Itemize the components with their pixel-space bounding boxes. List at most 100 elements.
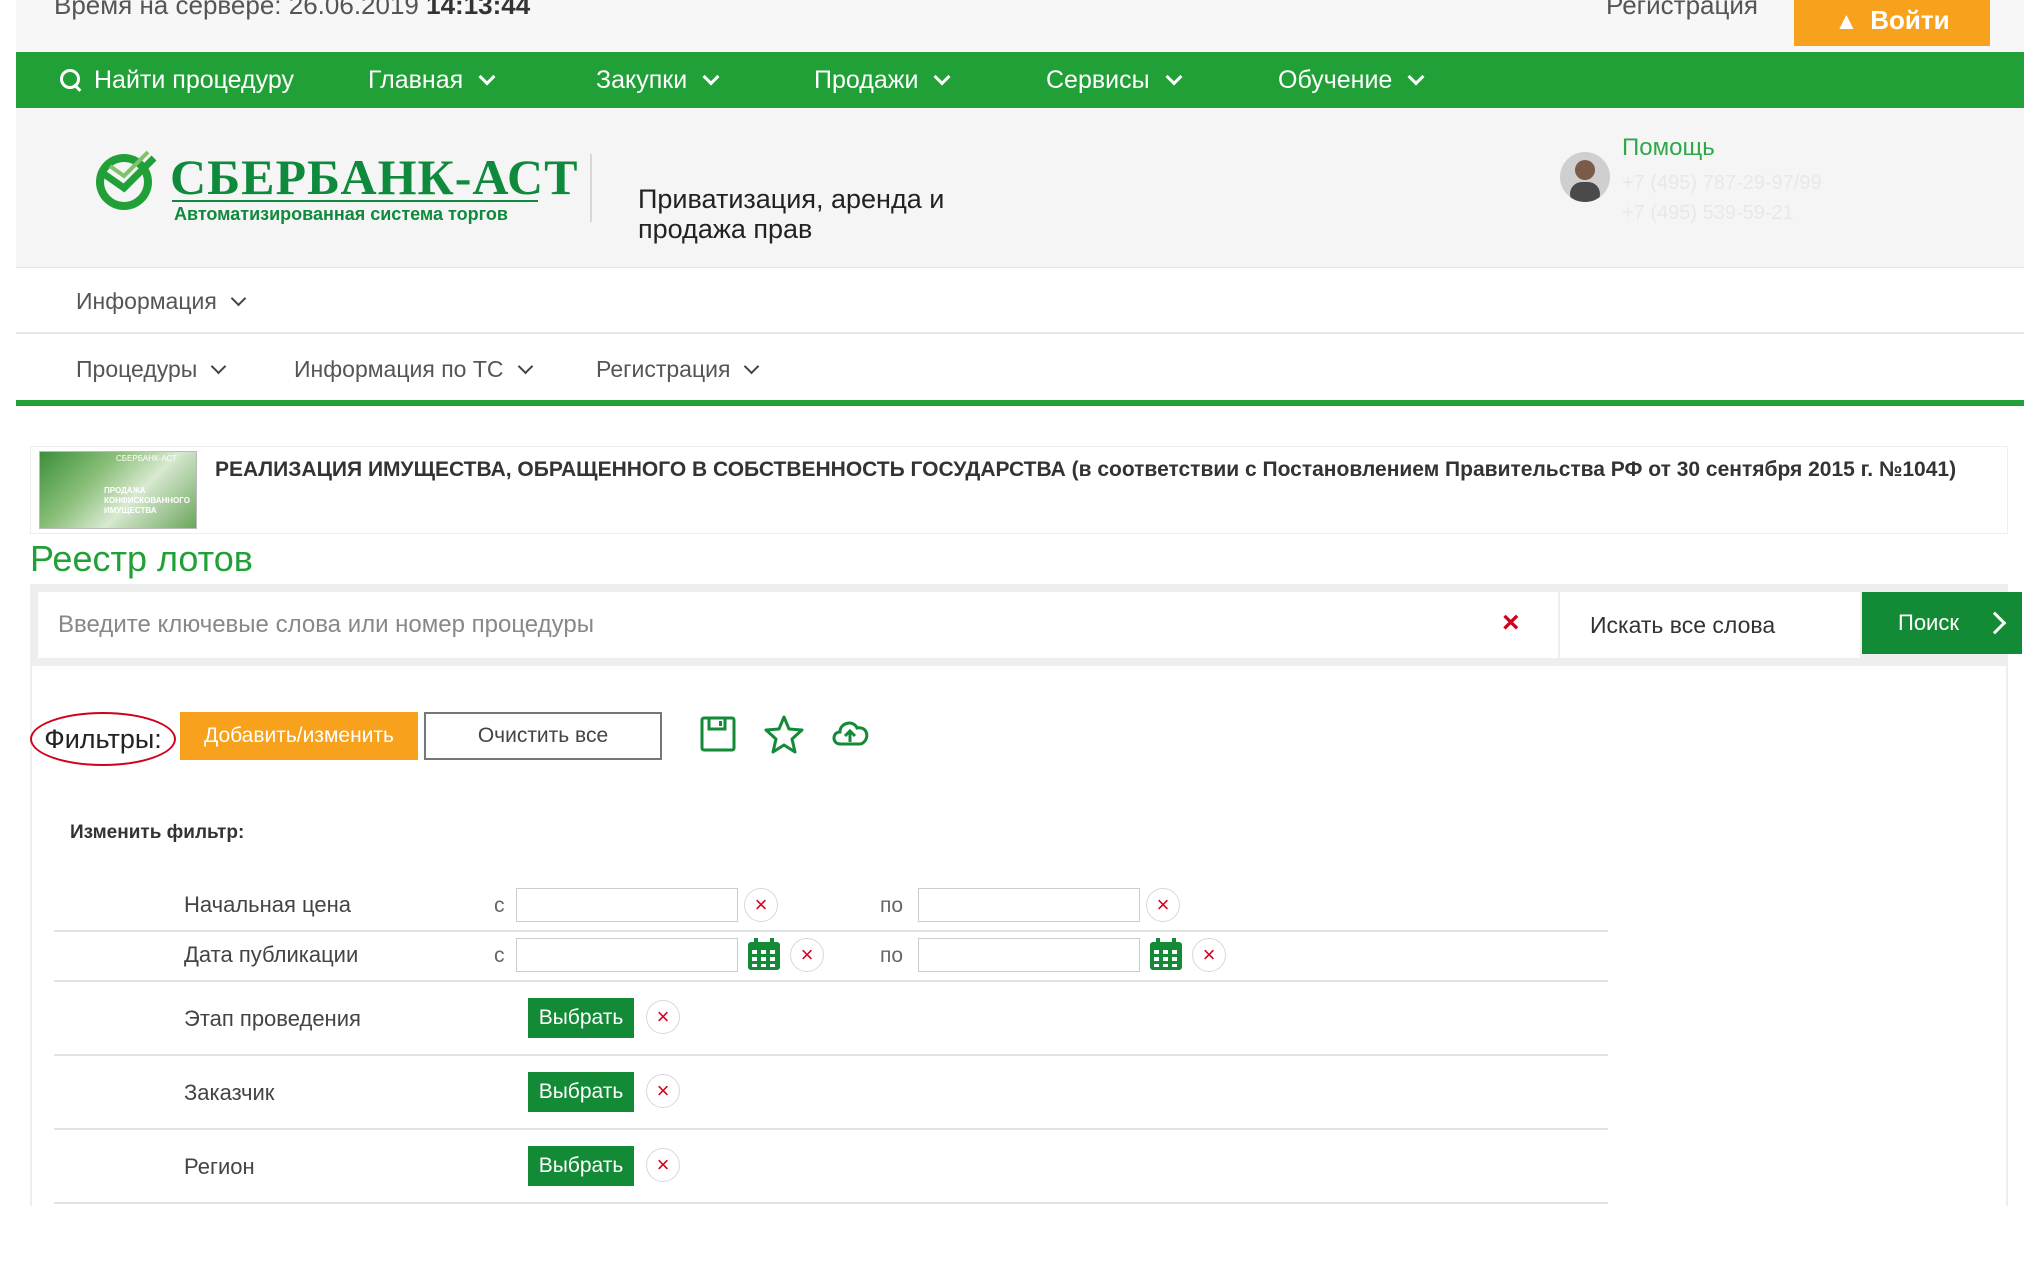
menu-item-label: Информация по ТС — [294, 355, 504, 382]
banner-image-caption-top: СБЕРБАНК-АСТ — [116, 454, 177, 463]
chevron-down-icon — [933, 68, 951, 86]
start-price-to-input[interactable] — [918, 888, 1140, 922]
phone-number: +7 (495) 787-29-97/99 — [1622, 172, 1822, 194]
filter-row-stage: Этап проведения Выбрать × — [54, 982, 1608, 1056]
nav-item-label: Найти процедуру — [94, 65, 294, 94]
cloud-upload-icon[interactable] — [828, 712, 872, 756]
procedures-menu: Процедуры Информация по ТС Регистрация — [16, 336, 2024, 406]
nav-find-procedure[interactable]: Найти процедуру — [60, 52, 294, 108]
clear-icon[interactable]: × — [1192, 938, 1226, 972]
header-divider — [590, 154, 592, 222]
menu-item-ts-info[interactable]: Информация по ТС — [294, 336, 533, 402]
logo-text: СБЕРБАНК-АСТ — [170, 149, 579, 205]
help-link[interactable]: Помощь — [1622, 134, 1715, 162]
filter-label: Регион — [184, 1154, 255, 1179]
from-prefix: с — [494, 944, 505, 967]
chevron-down-icon — [1407, 68, 1425, 86]
filter-row-start-price: Начальная цена с × по × — [54, 882, 1608, 932]
login-button[interactable]: ▲ Войти — [1794, 0, 1990, 46]
nav-item-label: Продажи — [814, 65, 919, 94]
nav-home[interactable]: Главная — [368, 52, 496, 108]
search-mode-select[interactable]: Искать все слова — [1560, 592, 1860, 658]
clear-icon[interactable]: × — [646, 1148, 680, 1182]
page: Время на сервере: 26.06.2019 14:13:44 Ре… — [16, 0, 2024, 1273]
search-panel: × Искать все слова Поиск — [30, 584, 2022, 666]
clear-icon[interactable]: × — [646, 1074, 680, 1108]
banner-image-caption: ПРОДАЖА КОНФИСКОВАННОГО ИМУЩЕСТВА — [104, 486, 190, 515]
clear-icon[interactable]: × — [790, 938, 824, 972]
nav-item-label: Главная — [368, 65, 464, 94]
filter-label: Дата публикации — [184, 942, 359, 967]
start-price-from-input[interactable] — [516, 888, 738, 922]
menu-item-registration[interactable]: Регистрация — [596, 336, 760, 402]
server-time-label: Время на сервере: 26.06.2019 — [54, 0, 419, 20]
search-icon — [60, 69, 82, 91]
server-time: Время на сервере: 26.06.2019 14:13:44 — [54, 0, 530, 21]
chevron-down-icon — [702, 68, 720, 86]
add-filter-button[interactable]: Добавить/изменить — [180, 712, 418, 760]
calendar-icon[interactable] — [1148, 938, 1184, 972]
main-nav: Найти процедуру Главная Закупки Продажи … — [16, 52, 2024, 108]
sberbank-logo-icon[interactable] — [90, 144, 158, 212]
star-icon[interactable] — [762, 712, 806, 756]
chevron-down-icon — [211, 358, 227, 374]
logo-underline — [172, 200, 538, 202]
site-header: СБЕРБАНК-АСТ Автоматизированная система … — [16, 108, 2024, 268]
page-title: Реестр лотов — [30, 538, 253, 579]
banner-image: СБЕРБАНК-АСТ ПРОДАЖА КОНФИСКОВАННОГО ИМУ… — [39, 451, 197, 529]
menu-item-label: Процедуры — [76, 355, 198, 382]
search-mode-label: Искать все слова — [1590, 611, 1776, 638]
filter-label: Заказчик — [184, 1080, 275, 1105]
clear-search-icon[interactable]: × — [1502, 606, 1520, 640]
choose-customer-button[interactable]: Выбрать — [528, 1072, 634, 1112]
filter-row-publication-date: Дата публикации с × по × — [54, 932, 1608, 982]
filters-label: Фильтры: — [30, 712, 176, 766]
calendar-icon[interactable] — [746, 938, 782, 972]
clear-filters-button[interactable]: Очистить все — [424, 712, 662, 760]
nav-item-label: Закупки — [596, 65, 688, 94]
menu-item-label: Регистрация — [596, 355, 731, 382]
nav-purchases[interactable]: Закупки — [596, 52, 720, 108]
nav-item-label: Обучение — [1278, 65, 1393, 94]
to-prefix: по — [880, 894, 904, 917]
to-prefix: по — [880, 944, 904, 967]
save-icon[interactable] — [696, 712, 740, 756]
nav-training[interactable]: Обучение — [1278, 52, 1425, 108]
user-icon: ▲ — [1834, 8, 1859, 35]
section-title: Приватизация, аренда и продажа прав — [638, 184, 945, 244]
chevron-down-icon — [517, 358, 533, 374]
phone-number: +7 (495) 539-59-21 — [1622, 202, 1794, 224]
register-link[interactable]: Регистрация — [1606, 0, 1758, 21]
choose-region-button[interactable]: Выбрать — [528, 1146, 634, 1186]
from-prefix: с — [494, 894, 505, 917]
clear-icon[interactable]: × — [646, 1000, 680, 1034]
nav-item-label: Сервисы — [1046, 65, 1150, 94]
filter-row-region: Регион Выбрать × — [54, 1130, 1608, 1204]
nav-sales[interactable]: Продажи — [814, 52, 951, 108]
chevron-down-icon — [1165, 68, 1183, 86]
publication-date-from-input[interactable] — [516, 938, 738, 972]
chevron-down-icon — [478, 68, 496, 86]
server-time-value: 14:13:44 — [426, 0, 531, 20]
banner-text: РЕАЛИЗАЦИЯ ИМУЩЕСТВА, ОБРАЩЕННОГО В СОБС… — [215, 458, 1957, 481]
search-button-label: Поиск — [1898, 610, 1959, 635]
logo-subtitle: Автоматизированная система торгов — [174, 204, 508, 224]
nav-services[interactable]: Сервисы — [1046, 52, 1183, 108]
chevron-right-icon — [1983, 611, 2007, 635]
search-input[interactable] — [38, 592, 1498, 658]
publication-date-to-input[interactable] — [918, 938, 1140, 972]
support-person-icon — [1570, 160, 1600, 202]
section-banner: СБЕРБАНК-АСТ ПРОДАЖА КОНФИСКОВАННОГО ИМУ… — [30, 446, 2008, 534]
login-button-label: Войти — [1870, 5, 1950, 35]
menu-item-information[interactable]: Информация — [76, 268, 247, 334]
search-box: × — [38, 592, 1558, 658]
search-button[interactable]: Поиск — [1862, 592, 2022, 654]
filter-row-customer: Заказчик Выбрать × — [54, 1056, 1608, 1130]
clear-icon[interactable]: × — [744, 888, 778, 922]
chevron-down-icon — [744, 358, 760, 374]
filter-label: Этап проведения — [184, 1006, 361, 1031]
server-strip: Время на сервере: 26.06.2019 14:13:44 Ре… — [16, 0, 2024, 52]
choose-stage-button[interactable]: Выбрать — [528, 998, 634, 1038]
clear-icon[interactable]: × — [1146, 888, 1180, 922]
menu-item-procedures[interactable]: Процедуры — [76, 336, 227, 402]
